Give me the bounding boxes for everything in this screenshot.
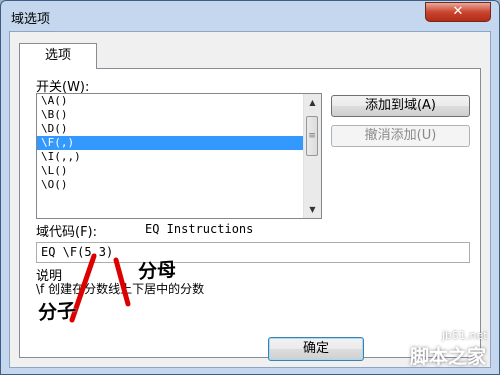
watermark-name: 脚本之家: [410, 346, 487, 368]
undo-add-button[interactable]: 撤消添加(U): [331, 125, 470, 147]
scroll-thumb[interactable]: ≡: [306, 116, 318, 156]
add-to-field-button[interactable]: 添加到域(A): [331, 95, 470, 117]
field-code-input[interactable]: EQ \F(5,3): [36, 242, 470, 263]
scroll-down-arrow-icon[interactable]: ▼: [304, 201, 321, 218]
close-icon: ✕: [452, 4, 464, 19]
description-text: \f 创建在分数线上下居中的分数: [36, 282, 205, 296]
tab-options[interactable]: 选项: [19, 43, 97, 69]
site-watermark: jb51.net 脚本之家: [392, 325, 497, 371]
title-bar[interactable]: 域选项 ✕: [1, 1, 499, 31]
numerator-annotation: 分子: [37, 299, 77, 325]
field-code-label: 域代码(F):: [36, 225, 98, 240]
denominator-annotation: 分母: [137, 258, 177, 284]
switches-listbox[interactable]: \A() \B() \D() \F(,) \I(,,) \L() \O() ▲ …: [36, 93, 322, 219]
list-item[interactable]: \O(): [37, 178, 304, 192]
close-button[interactable]: ✕: [425, 2, 491, 22]
list-item[interactable]: \L(): [37, 164, 304, 178]
listbox-scrollbar[interactable]: ▲ ≡ ▼: [303, 94, 321, 218]
list-item[interactable]: \A(): [37, 94, 304, 108]
list-item[interactable]: \D(): [37, 122, 304, 136]
list-item[interactable]: \B(): [37, 108, 304, 122]
list-item[interactable]: \I(,,): [37, 150, 304, 164]
scroll-up-arrow-icon[interactable]: ▲: [304, 94, 321, 111]
dialog-body: 选项 开关(W): \A() \B() \D() \F(,) \I(,,) \L…: [9, 31, 491, 368]
window-title: 域选项: [11, 12, 51, 27]
field-code-instructions: EQ Instructions: [145, 222, 254, 236]
watermark-site: jb51.net: [442, 329, 488, 342]
list-item-selected[interactable]: \F(,): [37, 136, 304, 150]
ok-button[interactable]: 确定: [268, 337, 364, 361]
